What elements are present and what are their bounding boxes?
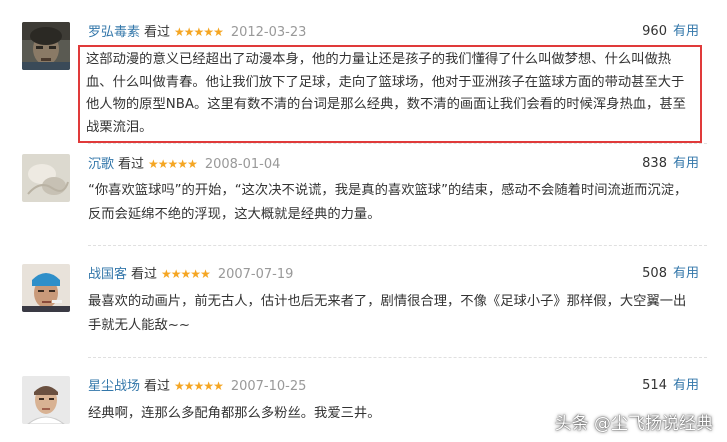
avatar[interactable] (22, 376, 70, 424)
avatar[interactable] (22, 154, 70, 202)
vote-count: 960 (642, 24, 667, 39)
rating-stars: ★★★★★ (148, 157, 198, 171)
review-date: 2007-10-25 (230, 379, 307, 394)
vote-area: 960 有用 (642, 22, 699, 42)
review-date: 2007-07-19 (217, 267, 294, 282)
rating-stars: ★★★★★ (174, 25, 224, 39)
review-meta: 罗弘毒素 看过 ★★★★★ 2012-03-23 (88, 22, 306, 42)
review-meta: 沉歌 看过 ★★★★★ 2008-01-04 (88, 154, 280, 174)
review-text: “你喜欢篮球吗”的开始，“这次决不说谎，我是真的喜欢篮球”的结束，感动不会随着时… (88, 183, 688, 222)
vote-count: 508 (642, 266, 667, 281)
useful-button[interactable]: 有用 (673, 266, 699, 281)
author-link[interactable]: 星尘战场 (88, 379, 140, 394)
divider (88, 143, 707, 144)
vote-area: 838 有用 (642, 154, 699, 174)
vote-area: 514 有用 (642, 376, 699, 396)
review-date: 2012-03-23 (230, 25, 307, 40)
author-link[interactable]: 战国客 (88, 267, 127, 282)
watch-status: 看过 (144, 25, 171, 40)
avatar[interactable] (22, 264, 70, 312)
watch-status: 看过 (131, 267, 158, 282)
watch-status: 看过 (118, 157, 145, 172)
rating-stars: ★★★★★ (161, 267, 211, 281)
vote-count: 838 (642, 156, 667, 171)
review-text: 最喜欢的动画片，前无古人，估计也后无来者了，剧情很合理，不像《足球小子》那样假，… (88, 294, 687, 333)
review-meta: 战国客 看过 ★★★★★ 2007-07-19 (88, 264, 293, 284)
author-link[interactable]: 罗弘毒素 (88, 25, 140, 40)
divider (88, 357, 707, 358)
avatar[interactable] (22, 22, 70, 70)
vote-area: 508 有用 (642, 264, 699, 284)
useful-button[interactable]: 有用 (673, 24, 699, 39)
divider (88, 245, 707, 246)
watch-status: 看过 (144, 379, 171, 394)
useful-button[interactable]: 有用 (673, 156, 699, 171)
vote-count: 514 (642, 378, 667, 393)
watermark: 头条 @尘飞扬说经典 (554, 414, 713, 434)
review-meta: 星尘战场 看过 ★★★★★ 2007-10-25 (88, 376, 306, 396)
rating-stars: ★★★★★ (174, 379, 224, 393)
useful-button[interactable]: 有用 (673, 378, 699, 393)
review-date: 2008-01-04 (204, 157, 281, 172)
review-text-highlighted: 这部动漫的意义已经超出了动漫本身，他的力量让还是孩子的我们懂得了什么叫做梦想、什… (78, 45, 702, 143)
author-link[interactable]: 沉歌 (88, 157, 114, 172)
